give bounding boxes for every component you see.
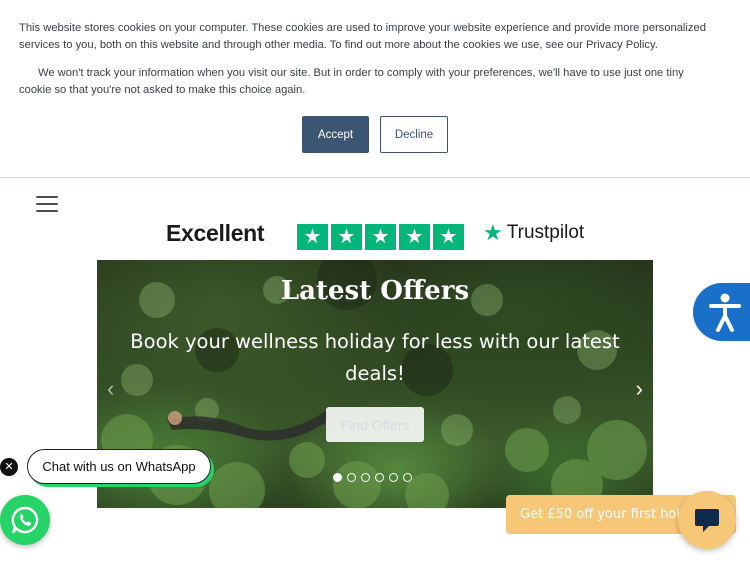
hamburger-line (36, 210, 58, 212)
whatsapp-chat-prompt[interactable]: Chat with us on WhatsApp (27, 449, 211, 484)
star-icon: ★ (365, 224, 396, 250)
trustpilot-widget[interactable]: Excellent ★ ★ ★ ★ ★ ★ Trustpilot (160, 218, 600, 250)
star-icon: ★ (297, 224, 328, 250)
slider-dot[interactable] (347, 473, 356, 482)
cookie-text-secondary: We won't track your information when you… (19, 67, 684, 96)
decline-button[interactable]: Decline (380, 116, 448, 153)
star-icon: ★ (331, 224, 362, 250)
slider-dot[interactable] (333, 473, 342, 482)
trustpilot-brand: Trustpilot (506, 222, 585, 243)
hamburger-icon[interactable] (36, 196, 58, 212)
hero-subtitle: Book your wellness holiday for less with… (130, 330, 620, 385)
accept-button[interactable]: Accept (302, 116, 369, 153)
trustpilot-rating-label: Excellent (166, 220, 265, 246)
slider-dot[interactable] (403, 473, 412, 482)
chevron-left-icon[interactable]: ‹ (107, 378, 114, 400)
star-icon: ★ (433, 224, 464, 250)
slider-dot[interactable] (361, 473, 370, 482)
hamburger-line (36, 203, 58, 205)
slider-dot[interactable] (389, 473, 398, 482)
hero-title: Latest Offers (280, 276, 470, 306)
trustpilot-logo: ★ Trustpilot (483, 222, 584, 244)
hamburger-line (36, 196, 58, 198)
chat-button[interactable] (678, 491, 736, 549)
find-offers-button[interactable]: Find Offers (326, 407, 424, 442)
star-icon: ★ (399, 224, 430, 250)
slider-dot[interactable] (375, 473, 384, 482)
whatsapp-button[interactable] (0, 495, 50, 545)
whatsapp-icon (11, 506, 39, 534)
accessibility-icon (709, 293, 741, 332)
accessibility-button[interactable] (693, 283, 750, 341)
trustpilot-star-icon: ★ (483, 220, 503, 245)
chevron-right-icon[interactable]: › (636, 378, 643, 400)
trustpilot-stars: ★ ★ ★ ★ ★ (297, 224, 464, 250)
cookie-banner: This website stores cookies on your comp… (0, 0, 750, 178)
close-icon[interactable]: ✕ (0, 458, 18, 476)
slider-dots (333, 473, 412, 482)
chat-bubble-icon (695, 509, 719, 532)
cookie-text-primary: This website stores cookies on your comp… (19, 22, 706, 51)
